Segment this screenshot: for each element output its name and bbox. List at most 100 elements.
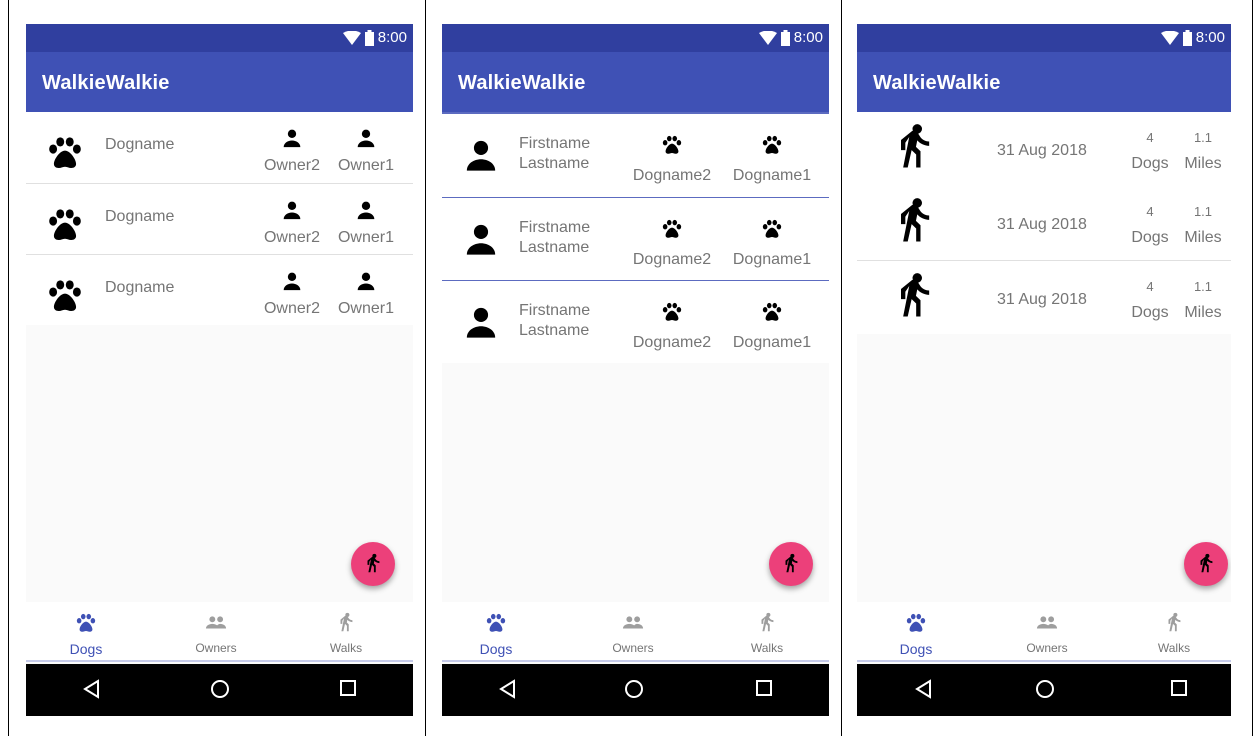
person-icon (356, 200, 376, 220)
dog-count-unit: Dogs (1131, 229, 1169, 246)
owner-name: Owner2 (263, 229, 321, 246)
paw-icon (761, 218, 783, 240)
panel-walks-screen: 8:00 WalkieWalkie 31 Aug 2018 4 Dogs 1.1… (842, 0, 1253, 736)
paw-icon (661, 218, 683, 240)
distance-value: 1.1 (1193, 204, 1213, 219)
dog-list-item[interactable]: Dogname Owner2 Owner1 (26, 112, 413, 183)
dog-name: Dogname (105, 136, 175, 153)
start-walk-fab[interactable] (1184, 542, 1228, 586)
walk-icon (888, 271, 940, 323)
walk-icon (362, 553, 384, 575)
app-bar: WalkieWalkie (442, 52, 829, 112)
nav-tab-walks[interactable]: Walks (296, 612, 396, 655)
dog-name: Dogname1 (732, 334, 812, 351)
paw-icon (661, 301, 683, 323)
owner-chip[interactable]: Owner1 (331, 271, 401, 318)
owner-name: Owner1 (337, 229, 395, 246)
dog-name: Dogname2 (632, 167, 712, 184)
person-icon (356, 271, 376, 291)
home-icon[interactable] (1035, 679, 1055, 699)
walk-distance: 1.1 Miles (1178, 130, 1228, 173)
back-icon[interactable] (498, 679, 516, 699)
status-bar: 8:00 (442, 24, 829, 52)
nav-tab-owners[interactable]: Owners (997, 612, 1097, 655)
recents-icon[interactable] (1170, 679, 1188, 697)
people-icon (621, 612, 645, 634)
wifi-icon (1160, 30, 1179, 45)
walk-list-item[interactable]: 31 Aug 2018 4 Dogs 1.1 Miles (857, 112, 1231, 186)
owner-chip[interactable]: Owner1 (331, 128, 401, 175)
owner-list-item[interactable]: Firstname Lastname Dogname2 Dogname1 (442, 280, 829, 363)
dog-name: Dogname1 (732, 251, 812, 268)
owner-full-name: Firstname Lastname (519, 301, 590, 341)
recents-icon[interactable] (339, 679, 357, 697)
owner-chip[interactable]: Owner2 (257, 128, 327, 175)
nav-tab-walks[interactable]: Walks (1124, 612, 1224, 655)
app-title: WalkieWalkie (458, 72, 586, 94)
owner-name: Owner1 (337, 300, 395, 317)
walk-dog-count: 4 Dogs (1125, 279, 1175, 322)
dog-chip[interactable]: Dogname1 (724, 218, 820, 269)
person-icon (282, 200, 302, 220)
nav-tab-dogs[interactable]: Dogs (36, 612, 136, 657)
home-icon[interactable] (210, 679, 230, 699)
distance-unit: Miles (1184, 155, 1222, 172)
paw-icon (761, 134, 783, 156)
people-icon (1035, 612, 1059, 634)
dog-count-value: 4 (1146, 279, 1154, 294)
panel-owners-screen: 8:00 WalkieWalkie Firstname Lastname Dog… (426, 0, 842, 736)
nav-tab-dogs[interactable]: Dogs (866, 612, 966, 657)
back-icon[interactable] (914, 679, 932, 699)
walk-icon (1195, 553, 1217, 575)
battery-icon (780, 29, 790, 46)
owner-last-name: Lastname (519, 155, 590, 172)
paw-icon (46, 206, 84, 244)
home-icon[interactable] (624, 679, 644, 699)
dog-chip[interactable]: Dogname1 (724, 134, 820, 185)
owner-chip[interactable]: Owner1 (331, 200, 401, 247)
dog-chip[interactable]: Dogname1 (724, 301, 820, 352)
battery-icon (364, 29, 374, 46)
owner-list-item[interactable]: Firstname Lastname Dogname2 Dogname1 (442, 114, 829, 197)
start-walk-fab[interactable] (351, 542, 395, 586)
walk-distance: 1.1 Miles (1178, 279, 1228, 322)
dog-name: Dogname (105, 208, 175, 225)
nav-label: Owners (1026, 641, 1068, 655)
battery-icon (1182, 29, 1192, 46)
owner-chip[interactable]: Owner2 (257, 200, 327, 247)
walk-date: 31 Aug 2018 (997, 216, 1087, 233)
dog-count-unit: Dogs (1131, 155, 1169, 172)
dog-name: Dogname2 (632, 251, 712, 268)
dog-list-item[interactable]: Dogname Owner2 Owner1 (26, 254, 413, 325)
nav-tab-owners[interactable]: Owners (583, 612, 683, 655)
nav-label: Walks (329, 641, 363, 655)
owner-list-item[interactable]: Firstname Lastname Dogname2 Dogname1 (442, 197, 829, 280)
nav-label: Owners (612, 641, 654, 655)
distance-unit: Miles (1184, 229, 1222, 246)
distance-value: 1.1 (1193, 279, 1213, 294)
owner-last-name: Lastname (519, 322, 590, 339)
nav-tab-walks[interactable]: Walks (717, 612, 817, 655)
owner-chip[interactable]: Owner2 (257, 271, 327, 318)
walk-icon (888, 122, 940, 174)
walk-list-item[interactable]: 31 Aug 2018 4 Dogs 1.1 Miles (857, 186, 1231, 260)
distance-unit: Miles (1184, 304, 1222, 321)
dog-chip[interactable]: Dogname2 (624, 301, 720, 352)
dog-chip[interactable]: Dogname2 (624, 134, 720, 185)
start-walk-fab[interactable] (769, 542, 813, 586)
walk-icon (756, 612, 778, 634)
paw-icon (46, 134, 84, 172)
wifi-icon (342, 30, 361, 45)
walk-icon (335, 612, 357, 634)
nav-tab-owners[interactable]: Owners (166, 612, 266, 655)
phone-dogs: 8:00 WalkieWalkie Dogname Owner2 Owner1 (26, 24, 413, 716)
back-icon[interactable] (82, 679, 100, 699)
dog-chip[interactable]: Dogname2 (624, 218, 720, 269)
walk-list-item[interactable]: 31 Aug 2018 4 Dogs 1.1 Miles (857, 260, 1231, 334)
nav-label: Owners (195, 641, 237, 655)
dog-list-item[interactable]: Dogname Owner2 Owner1 (26, 183, 413, 254)
paw-icon (661, 134, 683, 156)
recents-icon[interactable] (755, 679, 773, 697)
dog-count-value: 4 (1146, 204, 1154, 219)
nav-tab-dogs[interactable]: Dogs (446, 612, 546, 657)
